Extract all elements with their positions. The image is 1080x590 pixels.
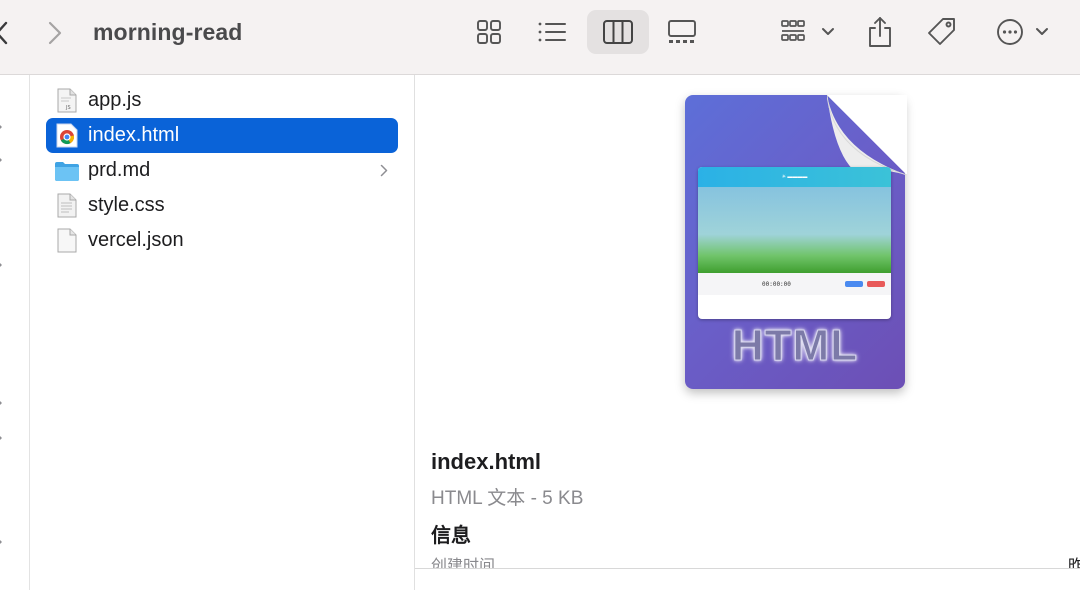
columns-icon [603,20,633,44]
js-file-icon: JS [54,88,80,114]
folder-name: prd.md [88,159,151,181]
disclosure-chevron-icon[interactable] [0,537,5,547]
file-name: index.html [88,124,180,146]
share-icon [869,17,891,47]
toolbar: morning-read [0,0,1080,75]
sun-icon: ☀ ▬▬▬▬ [781,174,808,180]
chevron-right-icon [48,21,62,45]
divider [415,568,1080,569]
timer-text: 00:00:00 [762,280,791,288]
list-view-button[interactable] [529,10,575,54]
file-row-app-js[interactable]: JS app.js [46,83,398,118]
file-type-label: HTML [731,321,859,371]
folder-title: morning-read [93,19,243,45]
chevron-left-icon [0,21,8,45]
chevron-down-icon [822,28,834,35]
created-label: 创建时间 [431,558,496,568]
file-row-prd-md[interactable]: prd.md [46,153,398,188]
disclosure-chevron-icon[interactable] [0,433,5,443]
file-row-index-html[interactable]: index.html [46,118,398,153]
parent-column [0,75,30,590]
file-thumbnail: ☀ ▬▬▬▬ 00:00:00 HTML [685,95,907,393]
screenshot-scene [698,187,891,273]
share-button[interactable] [860,10,900,54]
preview-pane: ☀ ▬▬▬▬ 00:00:00 HTML index.html HTML 文本 … [415,75,1080,590]
tags-button[interactable] [920,10,964,54]
chrome-html-icon [54,123,80,149]
file-column: JS app.js index.html prd.md style.css ve… [30,75,415,590]
list-icon [538,22,566,42]
disclosure-chevron-icon[interactable] [0,260,5,270]
file-row-style-css[interactable]: style.css [46,188,398,223]
file-name: vercel.json [88,229,184,251]
back-button[interactable] [0,20,14,46]
file-name: app.js [88,89,142,111]
forward-button[interactable] [44,20,66,46]
file-row-vercel-json[interactable]: vercel.json [46,223,398,258]
more-button[interactable] [990,10,1054,54]
gallery-view-button[interactable] [658,10,706,54]
page-curl-icon [827,95,907,175]
preview-filename: index.html [431,449,542,474]
chevron-right-icon [380,164,388,177]
blank-file-icon [54,228,80,254]
screenshot-header: ☀ ▬▬▬▬ [698,167,891,187]
stop-button [867,281,885,287]
file-name: style.css [88,194,165,216]
disclosure-chevron-icon[interactable] [0,398,5,408]
preview-kind: HTML 文本 - 5 KB [431,488,584,509]
tag-icon [928,18,955,45]
created-value: 昨 [1068,558,1080,568]
disclosure-chevron-icon[interactable] [0,155,5,165]
svg-text:JS: JS [65,105,71,111]
column-view-button[interactable] [587,10,649,54]
info-heading: 信息 [431,525,471,547]
gallery-icon [668,20,696,43]
group-icon [781,20,834,41]
group-button[interactable] [774,10,838,54]
webpage-screenshot: ☀ ▬▬▬▬ 00:00:00 [698,167,891,319]
start-button [845,281,863,287]
ellipsis-circle-icon [997,19,1048,45]
icon-view-button[interactable] [466,10,512,54]
css-file-icon [54,193,80,219]
grid-icon [477,20,501,44]
disclosure-chevron-icon[interactable] [0,122,5,132]
folder-icon [54,158,80,184]
screenshot-controls: 00:00:00 [698,273,891,295]
